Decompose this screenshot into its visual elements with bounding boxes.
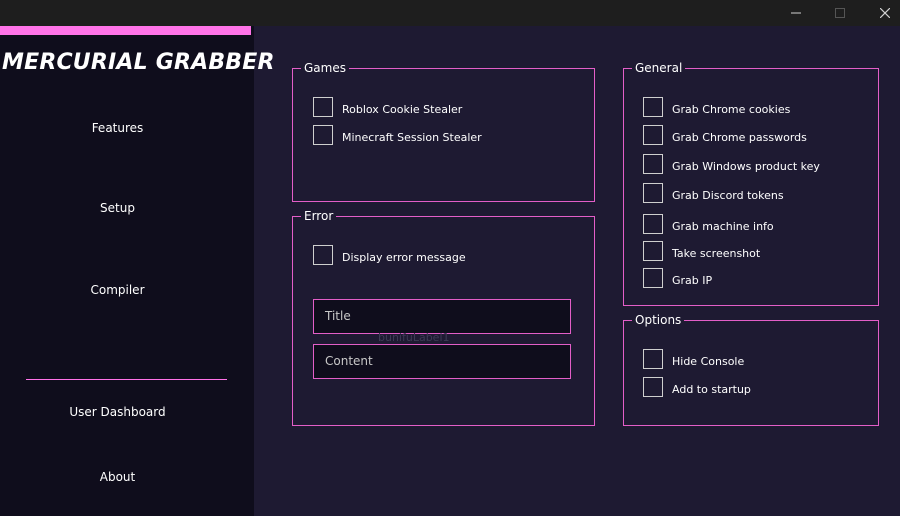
option-grab-ip[interactable]: Grab IP <box>643 268 712 288</box>
option-grab-chrome-passwords[interactable]: Grab Chrome passwords <box>643 125 807 145</box>
maximize-icon <box>835 8 845 18</box>
options-group-title: Options <box>632 312 685 328</box>
app-logo: MERCURIAL GRABBER <box>2 50 275 75</box>
general-group: General Grab Chrome cookies Grab Chrome … <box>623 60 879 306</box>
checkbox-label: Grab Chrome passwords <box>672 130 807 144</box>
checkbox[interactable] <box>643 214 663 234</box>
checkbox[interactable] <box>313 125 333 145</box>
checkbox-label: Grab Discord tokens <box>672 188 784 202</box>
option-display-error-message[interactable]: Display error message <box>313 245 466 265</box>
error-content-input[interactable]: Content <box>313 344 571 379</box>
nav-features[interactable]: Features <box>0 121 235 135</box>
checkbox[interactable] <box>643 349 663 369</box>
checkbox[interactable] <box>643 154 663 174</box>
option-hide-console[interactable]: Hide Console <box>643 349 744 369</box>
checkbox[interactable] <box>643 125 663 145</box>
close-icon <box>880 8 890 18</box>
option-minecraft-session-stealer[interactable]: Minecraft Session Stealer <box>313 125 482 145</box>
options-group: Options Hide Console Add to startup <box>623 312 879 426</box>
checkbox-label: Hide Console <box>672 354 745 368</box>
checkbox-label: Grab machine info <box>672 219 774 233</box>
games-group: Games Roblox Cookie Stealer Minecraft Se… <box>292 60 595 202</box>
checkbox-label: Display error message <box>342 250 466 264</box>
checkbox-label: Take screenshot <box>672 246 761 260</box>
option-grab-chrome-cookies[interactable]: Grab Chrome cookies <box>643 97 790 117</box>
checkbox[interactable] <box>643 97 663 117</box>
window-titlebar <box>0 0 900 26</box>
nav-compiler[interactable]: Compiler <box>0 283 235 297</box>
sidebar: MERCURIAL GRABBER Features Setup Compile… <box>0 26 275 516</box>
option-add-to-startup[interactable]: Add to startup <box>643 377 751 397</box>
general-group-title: General <box>632 60 686 76</box>
minimize-icon <box>791 12 801 14</box>
error-title-input[interactable]: Title <box>313 299 571 334</box>
games-group-title: Games <box>301 60 349 76</box>
minimize-button[interactable] <box>773 0 819 26</box>
accent-bar <box>0 26 251 35</box>
nav-setup[interactable]: Setup <box>0 201 235 215</box>
checkbox-label: Minecraft Session Stealer <box>342 130 482 144</box>
maximize-button[interactable] <box>817 0 863 26</box>
close-button[interactable] <box>862 0 900 26</box>
option-take-screenshot[interactable]: Take screenshot <box>643 241 760 261</box>
checkbox[interactable] <box>313 97 333 117</box>
checkbox[interactable] <box>643 241 663 261</box>
option-grab-windows-product-key[interactable]: Grab Windows product key <box>643 154 820 174</box>
checkbox-label: Add to startup <box>672 382 751 396</box>
option-grab-machine-info[interactable]: Grab machine info <box>643 214 774 234</box>
option-grab-discord-tokens[interactable]: Grab Discord tokens <box>643 183 784 203</box>
checkbox[interactable] <box>643 183 663 203</box>
checkbox[interactable] <box>313 245 333 265</box>
checkbox-label: Grab IP <box>672 273 713 287</box>
nav-user-dashboard[interactable]: User Dashboard <box>0 405 235 419</box>
ghost-label: bunifuLabel1 <box>378 331 450 344</box>
checkbox-label: Roblox Cookie Stealer <box>342 102 463 116</box>
checkbox-label: Grab Windows product key <box>672 159 820 173</box>
nav-divider <box>26 379 227 380</box>
error-group: Error Display error message Title Conten… <box>292 208 595 426</box>
checkbox[interactable] <box>643 377 663 397</box>
checkbox-label: Grab Chrome cookies <box>672 102 791 116</box>
nav-about[interactable]: About <box>0 470 235 484</box>
option-roblox-cookie-stealer[interactable]: Roblox Cookie Stealer <box>313 97 462 117</box>
error-group-title: Error <box>301 208 337 224</box>
checkbox[interactable] <box>643 268 663 288</box>
